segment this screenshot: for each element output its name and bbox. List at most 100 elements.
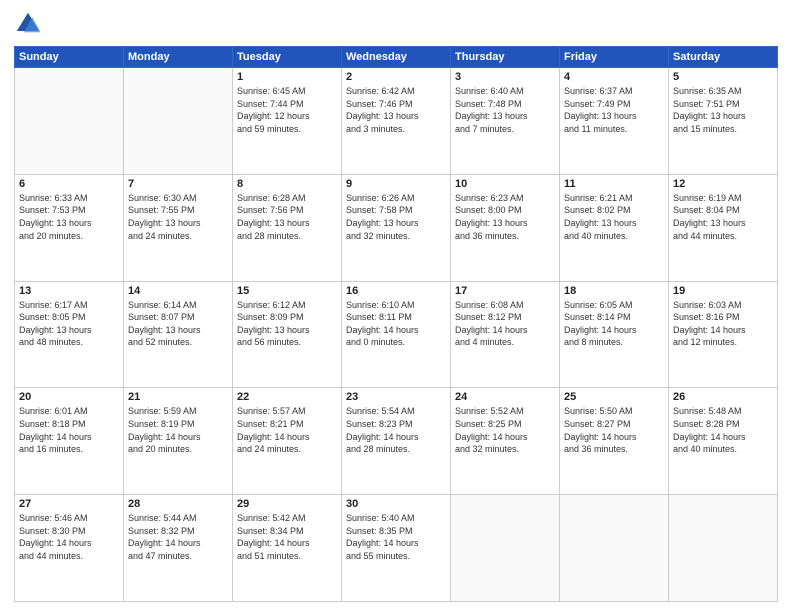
calendar-cell: 10 Sunrise: 6:23 AM Sunset: 8:00 PM Dayli…	[451, 174, 560, 281]
day-info: Sunrise: 6:08 AM Sunset: 8:12 PM Dayligh…	[455, 299, 555, 349]
logo	[14, 10, 46, 38]
day-number: 13	[19, 285, 119, 297]
day-info: Sunrise: 6:14 AM Sunset: 8:07 PM Dayligh…	[128, 299, 228, 349]
calendar-cell: 3 Sunrise: 6:40 AM Sunset: 7:48 PM Daylig…	[451, 68, 560, 175]
day-number: 9	[346, 178, 446, 190]
day-number: 28	[128, 498, 228, 510]
day-info: Sunrise: 6:26 AM Sunset: 7:58 PM Dayligh…	[346, 192, 446, 242]
calendar-week-4: 20 Sunrise: 6:01 AM Sunset: 8:18 PM Dayli…	[15, 388, 778, 495]
calendar-cell	[451, 495, 560, 602]
calendar-cell: 5Sunrise: 6:35 AM Sunset: 7:51 PM Daylig…	[669, 68, 778, 175]
day-number: 2	[346, 71, 446, 83]
day-number: 6	[19, 178, 119, 190]
weekday-header-monday: Monday	[124, 47, 233, 68]
calendar-cell: 13 Sunrise: 6:17 AM Sunset: 8:05 PM Dayli…	[15, 281, 124, 388]
day-info: Sunrise: 6:01 AM Sunset: 8:18 PM Dayligh…	[19, 405, 119, 455]
day-info: Sunrise: 6:05 AM Sunset: 8:14 PM Dayligh…	[564, 299, 664, 349]
day-info: Sunrise: 5:48 AM Sunset: 8:28 PM Dayligh…	[673, 405, 773, 455]
day-number: 30	[346, 498, 446, 510]
calendar-cell: 12 Sunrise: 6:19 AM Sunset: 8:04 PM Dayli…	[669, 174, 778, 281]
day-info: Sunrise: 5:59 AM Sunset: 8:19 PM Dayligh…	[128, 405, 228, 455]
day-number: 1	[237, 71, 337, 83]
calendar-cell: 7 Sunrise: 6:30 AM Sunset: 7:55 PM Daylig…	[124, 174, 233, 281]
calendar-cell: 6 Sunrise: 6:33 AM Sunset: 7:53 PM Daylig…	[15, 174, 124, 281]
weekday-header-wednesday: Wednesday	[342, 47, 451, 68]
calendar-cell: 8 Sunrise: 6:28 AM Sunset: 7:56 PM Daylig…	[233, 174, 342, 281]
day-info: Sunrise: 6:42 AM Sunset: 7:46 PM Dayligh…	[346, 85, 446, 135]
calendar-cell	[669, 495, 778, 602]
calendar-cell	[560, 495, 669, 602]
day-number: 22	[237, 391, 337, 403]
day-info: Sunrise: 6:12 AM Sunset: 8:09 PM Dayligh…	[237, 299, 337, 349]
day-info: Sunrise: 6:35 AM Sunset: 7:51 PM Dayligh…	[673, 85, 773, 135]
day-number: 15	[237, 285, 337, 297]
calendar-cell: 2 Sunrise: 6:42 AM Sunset: 7:46 PM Daylig…	[342, 68, 451, 175]
calendar-week-5: 27 Sunrise: 5:46 AM Sunset: 8:30 PM Dayli…	[15, 495, 778, 602]
day-number: 23	[346, 391, 446, 403]
day-info: Sunrise: 6:03 AM Sunset: 8:16 PM Dayligh…	[673, 299, 773, 349]
day-number: 8	[237, 178, 337, 190]
day-info: Sunrise: 5:54 AM Sunset: 8:23 PM Dayligh…	[346, 405, 446, 455]
weekday-header-row: SundayMondayTuesdayWednesdayThursdayFrid…	[15, 47, 778, 68]
calendar-week-2: 6 Sunrise: 6:33 AM Sunset: 7:53 PM Daylig…	[15, 174, 778, 281]
calendar-cell: 27 Sunrise: 5:46 AM Sunset: 8:30 PM Dayli…	[15, 495, 124, 602]
header	[14, 10, 778, 38]
day-number: 24	[455, 391, 555, 403]
day-number: 3	[455, 71, 555, 83]
day-number: 26	[673, 391, 773, 403]
day-number: 21	[128, 391, 228, 403]
day-info: Sunrise: 6:19 AM Sunset: 8:04 PM Dayligh…	[673, 192, 773, 242]
day-info: Sunrise: 5:40 AM Sunset: 8:35 PM Dayligh…	[346, 512, 446, 562]
weekday-header-tuesday: Tuesday	[233, 47, 342, 68]
day-info: Sunrise: 6:40 AM Sunset: 7:48 PM Dayligh…	[455, 85, 555, 135]
calendar-cell: 11 Sunrise: 6:21 AM Sunset: 8:02 PM Dayli…	[560, 174, 669, 281]
logo-icon	[14, 10, 42, 38]
day-info: Sunrise: 5:57 AM Sunset: 8:21 PM Dayligh…	[237, 405, 337, 455]
day-info: Sunrise: 6:30 AM Sunset: 7:55 PM Dayligh…	[128, 192, 228, 242]
calendar-cell: 25Sunrise: 5:50 AM Sunset: 8:27 PM Dayli…	[560, 388, 669, 495]
day-info: Sunrise: 5:52 AM Sunset: 8:25 PM Dayligh…	[455, 405, 555, 455]
calendar-cell: 28 Sunrise: 5:44 AM Sunset: 8:32 PM Dayli…	[124, 495, 233, 602]
calendar: SundayMondayTuesdayWednesdayThursdayFrid…	[14, 46, 778, 602]
calendar-cell: 1Sunrise: 6:45 AM Sunset: 7:44 PM Daylig…	[233, 68, 342, 175]
calendar-cell	[15, 68, 124, 175]
day-info: Sunrise: 5:46 AM Sunset: 8:30 PM Dayligh…	[19, 512, 119, 562]
calendar-cell: 9 Sunrise: 6:26 AM Sunset: 7:58 PM Daylig…	[342, 174, 451, 281]
weekday-header-friday: Friday	[560, 47, 669, 68]
day-info: Sunrise: 6:17 AM Sunset: 8:05 PM Dayligh…	[19, 299, 119, 349]
calendar-week-3: 13 Sunrise: 6:17 AM Sunset: 8:05 PM Dayli…	[15, 281, 778, 388]
page: SundayMondayTuesdayWednesdayThursdayFrid…	[0, 0, 792, 612]
day-info: Sunrise: 5:44 AM Sunset: 8:32 PM Dayligh…	[128, 512, 228, 562]
day-info: Sunrise: 6:10 AM Sunset: 8:11 PM Dayligh…	[346, 299, 446, 349]
calendar-cell	[124, 68, 233, 175]
calendar-cell: 26 Sunrise: 5:48 AM Sunset: 8:28 PM Dayli…	[669, 388, 778, 495]
day-number: 18	[564, 285, 664, 297]
day-info: Sunrise: 5:42 AM Sunset: 8:34 PM Dayligh…	[237, 512, 337, 562]
calendar-cell: 29 Sunrise: 5:42 AM Sunset: 8:34 PM Dayli…	[233, 495, 342, 602]
calendar-week-1: 1Sunrise: 6:45 AM Sunset: 7:44 PM Daylig…	[15, 68, 778, 175]
weekday-header-saturday: Saturday	[669, 47, 778, 68]
day-number: 16	[346, 285, 446, 297]
calendar-cell: 17Sunrise: 6:08 AM Sunset: 8:12 PM Dayli…	[451, 281, 560, 388]
calendar-cell: 4Sunrise: 6:37 AM Sunset: 7:49 PM Daylig…	[560, 68, 669, 175]
day-info: Sunrise: 6:21 AM Sunset: 8:02 PM Dayligh…	[564, 192, 664, 242]
day-info: Sunrise: 6:37 AM Sunset: 7:49 PM Dayligh…	[564, 85, 664, 135]
weekday-header-thursday: Thursday	[451, 47, 560, 68]
day-info: Sunrise: 6:23 AM Sunset: 8:00 PM Dayligh…	[455, 192, 555, 242]
day-info: Sunrise: 6:28 AM Sunset: 7:56 PM Dayligh…	[237, 192, 337, 242]
day-number: 19	[673, 285, 773, 297]
day-number: 25	[564, 391, 664, 403]
day-number: 10	[455, 178, 555, 190]
day-number: 12	[673, 178, 773, 190]
day-number: 11	[564, 178, 664, 190]
day-number: 27	[19, 498, 119, 510]
day-info: Sunrise: 6:33 AM Sunset: 7:53 PM Dayligh…	[19, 192, 119, 242]
calendar-cell: 16 Sunrise: 6:10 AM Sunset: 8:11 PM Dayli…	[342, 281, 451, 388]
calendar-cell: 23 Sunrise: 5:54 AM Sunset: 8:23 PM Dayli…	[342, 388, 451, 495]
calendar-cell: 20 Sunrise: 6:01 AM Sunset: 8:18 PM Dayli…	[15, 388, 124, 495]
day-number: 29	[237, 498, 337, 510]
day-number: 7	[128, 178, 228, 190]
calendar-cell: 24 Sunrise: 5:52 AM Sunset: 8:25 PM Dayli…	[451, 388, 560, 495]
calendar-cell: 21 Sunrise: 5:59 AM Sunset: 8:19 PM Dayli…	[124, 388, 233, 495]
day-number: 20	[19, 391, 119, 403]
